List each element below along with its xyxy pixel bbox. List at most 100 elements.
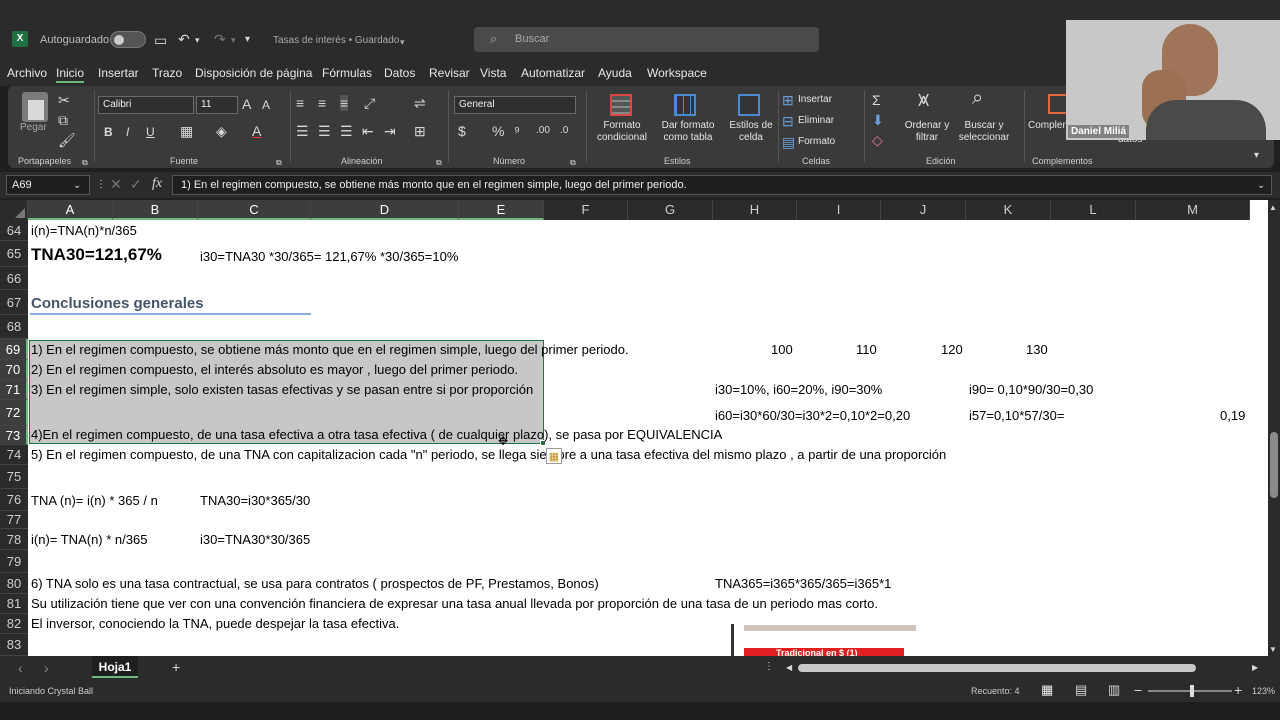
column-header-b[interactable]: B [113,200,198,220]
cell-text[interactable]: 120 [941,342,963,357]
collapse-ribbon-icon[interactable]: ▾ [1254,148,1259,164]
row-header-72[interactable]: 72 [0,400,28,426]
row-header-81[interactable]: 81 [0,594,28,614]
decrease-decimal-icon[interactable]: .0 [560,123,568,139]
italic-icon[interactable]: I [126,124,129,140]
copy-icon[interactable]: ⧉ [58,112,68,128]
row-header-65[interactable]: 65 [0,241,28,267]
comma-style-icon[interactable]: ⁹ [514,123,520,139]
align-right-icon[interactable]: ☰ [340,123,353,139]
align-left-icon[interactable]: ☰ [296,123,309,139]
column-header-a[interactable]: A [28,200,113,220]
cell-text[interactable]: 2) En el regimen compuesto, el interés a… [31,362,518,377]
cell-text[interactable]: TNA30=i30*365/30 [200,493,310,508]
undo-icon[interactable]: ↶ [178,31,190,47]
row-header-77[interactable]: 77 [0,511,28,529]
formula-input[interactable]: 1) En el regimen compuesto, se obtiene m… [172,175,1272,195]
cell-text[interactable]: 100 [771,342,793,357]
fill-icon[interactable]: ⬇ [872,112,884,128]
row-header-69[interactable]: 69 [0,339,28,360]
cell-text[interactable]: Su utilización tiene que ver con una con… [31,596,878,611]
cell-text[interactable]: 1) En el regimen compuesto, se obtiene m… [31,342,629,357]
paste-button[interactable]: Pegar [20,122,47,134]
embedded-image[interactable]: Tradicional en $ (1) [731,624,921,656]
format-cells-button[interactable]: Formato [798,136,835,148]
align-center-icon[interactable]: ☰ [318,123,331,139]
h-scroll-thumb[interactable] [798,664,1196,672]
redo-icon[interactable]: ↷ [214,31,226,47]
cell-text[interactable]: 110 [856,342,877,357]
add-ins-icon[interactable] [1048,94,1068,114]
add-sheet-icon[interactable]: + [172,659,180,675]
cell-text[interactable]: i(n)= TNA(n) * n/365 [31,532,147,547]
zoom-slider[interactable] [1148,685,1232,697]
cell-text[interactable]: 4)En el regimen compuesto, de una tasa e… [31,427,722,442]
cancel-icon[interactable]: ✕ [110,176,122,192]
increase-indent-icon[interactable]: ⇥ [384,123,396,139]
cell-text[interactable]: Conclusiones generales [31,295,204,312]
tab-revisar[interactable]: Revisar [429,66,470,80]
tab-workspace[interactable]: Workspace [647,66,707,80]
cell-text[interactable]: i(n)=TNA(n)*n/365 [31,223,137,238]
row-header-74[interactable]: 74 [0,445,28,465]
find-select-icon[interactable]: ⌕ [972,88,983,108]
format-as-table-button[interactable]: Dar formato como tabla [654,120,722,144]
cell-text[interactable]: 5) En el regimen compuesto, de una TNA c… [31,447,946,462]
chevron-down-icon[interactable]: ▾ [231,32,236,48]
dialog-launcher-icon[interactable]: ⧉ [82,155,88,171]
tab-datos[interactable]: Datos [384,66,415,80]
row-header-80[interactable]: 80 [0,573,28,594]
tab-archivo[interactable]: Archivo [7,66,47,80]
tab-trazo[interactable]: Trazo [152,66,182,80]
cell-text[interactable]: 130 [1026,342,1048,357]
excel-icon[interactable]: X [12,31,28,47]
cell-text[interactable]: i30=10%, i60=20%, i90=30% [715,382,882,397]
cell-styles-button[interactable]: Estilos de celda [726,120,776,144]
dialog-launcher-icon[interactable]: ⧉ [276,155,282,171]
row-header-70[interactable]: 70 [0,360,28,380]
font-size-select[interactable]: 11 [196,96,238,114]
row-header-79[interactable]: 79 [0,550,28,573]
row-header-82[interactable]: 82 [0,614,28,634]
clear-icon[interactable]: ◇ [872,132,883,148]
format-painter-icon[interactable]: 🖌 [58,132,76,148]
sheet-tab-hoja1[interactable]: Hoja1 [92,656,138,678]
chevron-down-icon[interactable]: ▾ [195,32,200,48]
percent-icon[interactable]: % [492,123,504,139]
column-header-m[interactable]: M [1136,200,1250,220]
increase-decimal-icon[interactable]: .00 [536,123,550,139]
name-box[interactable]: A69 ⌄ [6,175,90,195]
sort-filter-button[interactable]: Ordenar y filtrar [902,120,952,144]
cell-text[interactable]: TNA (n)= i(n) * 365 / n [31,493,158,508]
sort-filter-icon[interactable]: ⩙ [918,90,929,110]
underline-icon[interactable]: U [146,124,155,140]
add-ins-button[interactable]: Complem [1028,120,1071,132]
decrease-font-icon[interactable]: A [262,97,270,113]
align-top-icon[interactable]: ≡ [296,95,304,111]
column-header-h[interactable]: H [713,200,797,220]
row-header-76[interactable]: 76 [0,489,28,511]
delete-cells-button[interactable]: Eliminar [798,115,834,127]
cell-styles-icon[interactable] [738,94,760,116]
row-header-71[interactable]: 71 [0,380,28,400]
row-header-83[interactable]: 83 [0,634,28,656]
page-break-icon[interactable]: ▥ [1108,682,1120,698]
tab-fórmulas[interactable]: Fórmulas [322,66,372,80]
decrease-indent-icon[interactable]: ⇤ [362,123,374,139]
column-header-j[interactable]: J [881,200,966,220]
insert-cells-icon[interactable]: ⊞ [782,92,794,108]
document-title[interactable]: Tasas de interés • Guardado [273,35,399,46]
cell-text[interactable]: i90= 0,10*90/30=0,30 [969,382,1093,397]
fill-color-icon[interactable]: ◈ [216,123,227,139]
row-header-66[interactable]: 66 [0,267,28,290]
cut-icon[interactable]: ✂ [58,92,70,108]
table-format-icon[interactable] [674,94,696,116]
row-header-64[interactable]: 64 [0,220,28,241]
wrap-text-icon[interactable]: ⇌ [414,95,426,111]
cell-text[interactable]: i30=TNA30 *30/365= 121,67% *30/365=10% [200,249,458,264]
column-header-g[interactable]: G [628,200,713,220]
font-name-select[interactable]: Calibri [98,96,194,114]
dialog-launcher-icon[interactable]: ⧉ [436,155,442,171]
column-header-l[interactable]: L [1051,200,1136,220]
tab-ayuda[interactable]: Ayuda [598,66,632,80]
